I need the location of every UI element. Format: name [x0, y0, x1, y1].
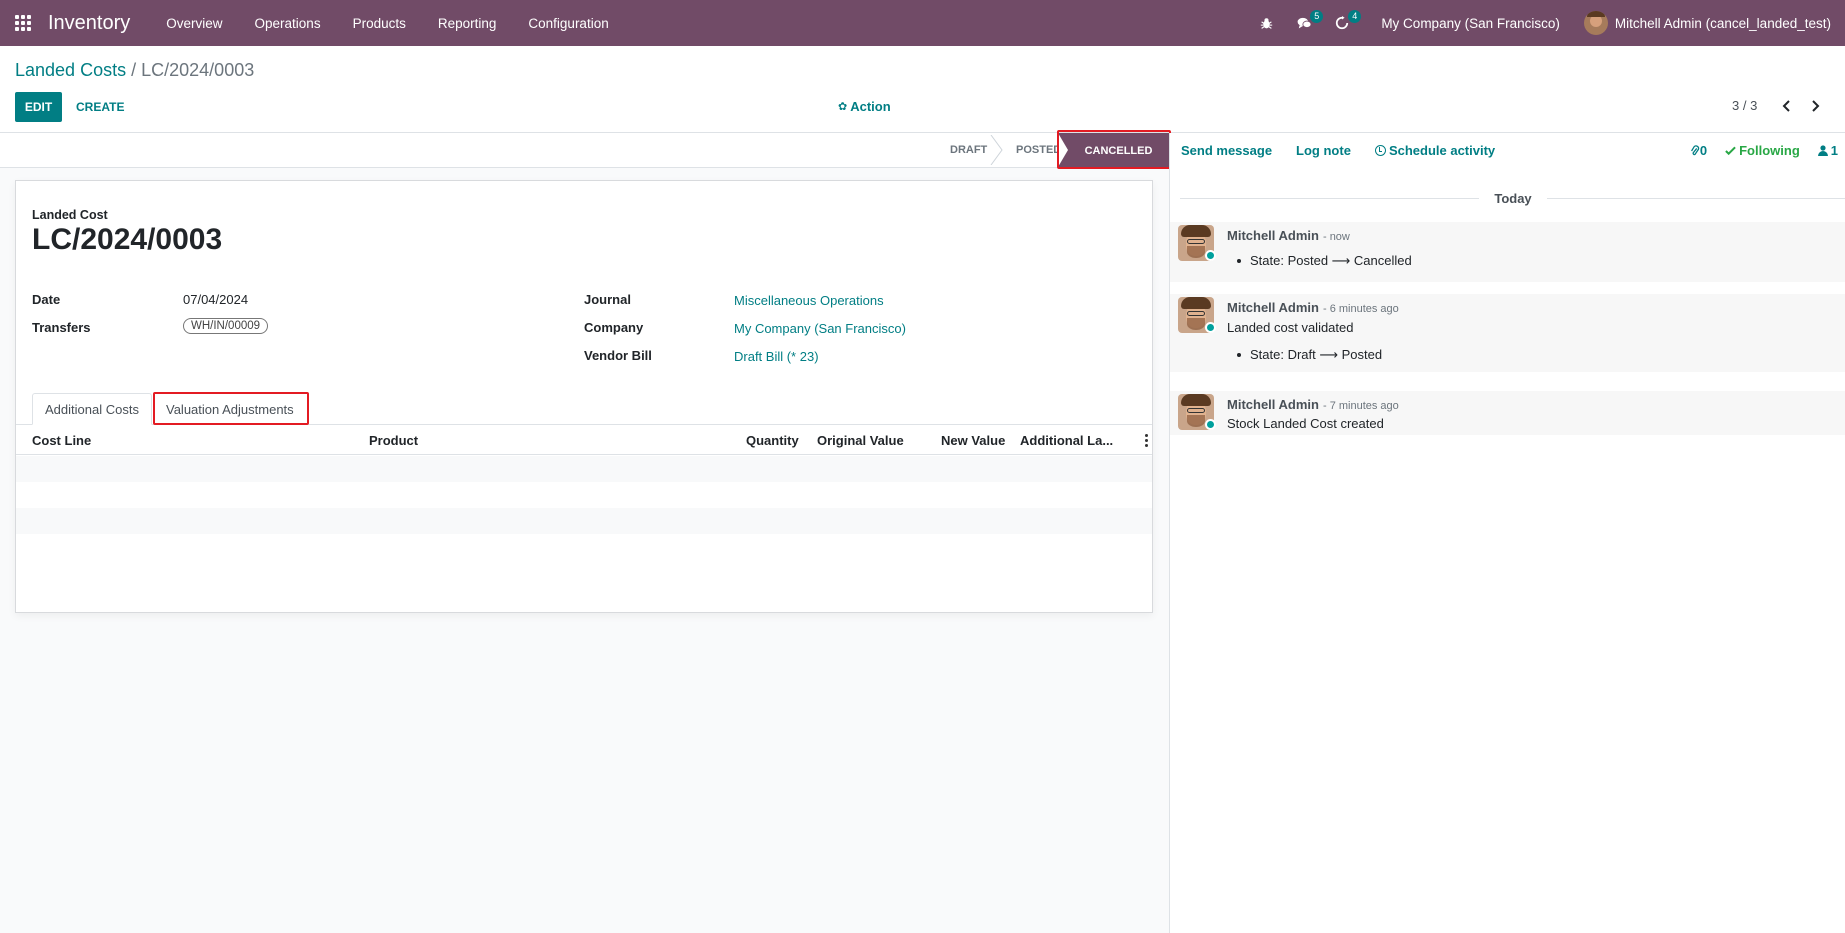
attachments-button[interactable]: 0 — [1690, 143, 1707, 158]
edit-button[interactable]: EDIT — [15, 92, 62, 122]
chatter-topbar: Send message Log note Schedule activity … — [1170, 133, 1845, 168]
action-menu[interactable]: ✿ Action — [838, 99, 891, 114]
author-name[interactable]: Mitchell Admin — [1227, 300, 1319, 315]
activities-icon[interactable]: 4 — [1329, 0, 1362, 46]
transfer-tag[interactable]: WH/IN/00009 — [183, 318, 269, 334]
chatter-message: Mitchell Admin - now State: Posted ⟶ Canc… — [1170, 222, 1845, 282]
date-value: 07/04/2024 — [183, 292, 249, 307]
menu-overview[interactable]: Overview — [150, 16, 238, 31]
col-additional-landed-cost[interactable]: Additional La... — [1020, 433, 1113, 448]
stage-draft[interactable]: DRAFT — [950, 133, 987, 167]
message-time: - 7 minutes ago — [1322, 400, 1399, 412]
tab-valuation-adjustments[interactable]: Valuation Adjustments — [154, 393, 306, 425]
tracking-value: State: Draft ⟶ Posted — [1236, 347, 1383, 362]
company-label: Company — [584, 320, 644, 335]
table-header: Cost Line Product Quantity Original Valu… — [16, 426, 1152, 455]
date-label: Date — [32, 292, 61, 307]
form-sheet: Landed Cost LC/2024/0003 Date 07/04/2024… — [15, 180, 1153, 613]
message-time: - now — [1322, 231, 1350, 243]
vendor-bill-label: Vendor Bill — [584, 348, 652, 363]
pager-value[interactable]: 3 / 3 — [1732, 98, 1757, 113]
date-separator-label: Today — [1494, 190, 1532, 206]
vendor-bill-link[interactable]: Draft Bill (* 23) — [734, 349, 819, 364]
author-name[interactable]: Mitchell Admin — [1227, 228, 1319, 243]
table-row — [16, 456, 1152, 482]
stage-separator — [990, 135, 1003, 165]
app-name[interactable]: Inventory — [48, 12, 130, 35]
messages-icon[interactable]: 5 — [1291, 0, 1324, 46]
author-name[interactable]: Mitchell Admin — [1227, 397, 1319, 412]
landed-cost-label: Landed Cost — [32, 208, 108, 222]
stage-posted[interactable]: POSTED — [1016, 133, 1061, 167]
attachments-count: 0 — [1699, 143, 1708, 158]
pager-previous-icon[interactable] — [1779, 96, 1795, 116]
optional-columns-icon[interactable] — [1145, 434, 1149, 447]
table-row — [16, 508, 1152, 534]
col-product[interactable]: Product — [369, 433, 418, 448]
schedule-activity-button[interactable]: Schedule activity — [1374, 143, 1496, 158]
table-row — [16, 482, 1152, 508]
log-note-button[interactable]: Log note — [1296, 143, 1351, 158]
date-separator: Today — [1180, 188, 1845, 208]
message-author: Mitchell Admin - 6 minutes ago — [1227, 300, 1399, 315]
col-original-value[interactable]: Original Value — [817, 433, 904, 448]
col-cost-line[interactable]: Cost Line — [32, 433, 91, 448]
breadcrumb: Landed Costs / LC/2024/0003 — [15, 60, 254, 81]
record-title: LC/2024/0003 — [32, 223, 223, 256]
followers-count: 1 — [1830, 143, 1838, 158]
pager-next-icon[interactable] — [1807, 96, 1823, 116]
tab-additional-costs[interactable]: Additional Costs — [32, 393, 152, 425]
chatter: Send message Log note Schedule activity … — [1169, 133, 1845, 933]
menu-reporting[interactable]: Reporting — [422, 16, 513, 31]
journal-label: Journal — [584, 292, 631, 307]
bug-icon[interactable] — [1253, 0, 1279, 46]
clock-icon — [1374, 145, 1386, 156]
control-panel: Landed Costs / LC/2024/0003 EDIT CREATE … — [0, 46, 1845, 133]
message-author: Mitchell Admin - now — [1227, 228, 1350, 243]
following-label: Following — [1739, 143, 1800, 158]
apps-menu-icon[interactable] — [0, 0, 46, 46]
activities-badge: 4 — [1348, 10, 1362, 23]
user-menu[interactable]: Mitchell Admin (cancel_landed_test) — [1583, 11, 1831, 35]
stage-cancelled[interactable]: CANCELLED — [1058, 133, 1169, 168]
col-quantity[interactable]: Quantity — [746, 433, 799, 448]
check-icon — [1725, 146, 1736, 155]
user-name: Mitchell Admin (cancel_landed_test) — [1614, 15, 1831, 31]
menu-operations[interactable]: Operations — [239, 16, 337, 31]
message-time: - 6 minutes ago — [1322, 303, 1399, 315]
company-switcher[interactable]: My Company (San Francisco) — [1381, 16, 1560, 31]
company-link[interactable]: My Company (San Francisco) — [734, 321, 906, 336]
gear-icon: ✿ — [838, 101, 848, 113]
send-message-button[interactable]: Send message — [1181, 143, 1272, 158]
chatter-message: Mitchell Admin - 6 minutes ago Landed cos… — [1170, 294, 1845, 372]
user-avatar — [1583, 11, 1608, 35]
followers-button[interactable]: 1 — [1817, 143, 1838, 158]
breadcrumb-current: LC/2024/0003 — [141, 60, 255, 80]
journal-link[interactable]: Miscellaneous Operations — [734, 293, 884, 308]
create-button[interactable]: CREATE — [66, 92, 134, 122]
col-new-value[interactable]: New Value — [941, 433, 1005, 448]
notebook-tabs: Additional Costs Valuation Adjustments — [16, 393, 1152, 425]
action-label: Action — [850, 99, 891, 114]
following-button[interactable]: Following — [1725, 143, 1800, 158]
chatter-message: Mitchell Admin - 7 minutes ago Stock Land… — [1170, 391, 1845, 435]
breadcrumb-landed-costs[interactable]: Landed Costs — [15, 60, 126, 80]
paperclip-icon — [1690, 144, 1700, 155]
messages-badge: 5 — [1310, 10, 1324, 23]
message-author: Mitchell Admin - 7 minutes ago — [1227, 397, 1399, 412]
status-bar: DRAFT POSTED CANCELLED — [0, 133, 1169, 168]
online-status-icon — [1205, 419, 1216, 430]
breadcrumb-separator: / — [131, 60, 137, 80]
tracking-value: State: Posted ⟶ Cancelled — [1237, 253, 1412, 268]
message-body: Stock Landed Cost created — [1227, 416, 1384, 431]
user-icon — [1817, 145, 1828, 156]
menu-products[interactable]: Products — [337, 16, 422, 31]
menu-configuration[interactable]: Configuration — [512, 16, 624, 31]
transfers-label: Transfers — [32, 320, 91, 335]
top-navbar: Inventory Overview Operations Products R… — [0, 0, 1845, 46]
message-body: Landed cost validated — [1227, 320, 1354, 335]
schedule-activity-label: Schedule activity — [1388, 143, 1496, 158]
online-status-icon — [1205, 322, 1216, 333]
online-status-icon — [1205, 250, 1216, 261]
